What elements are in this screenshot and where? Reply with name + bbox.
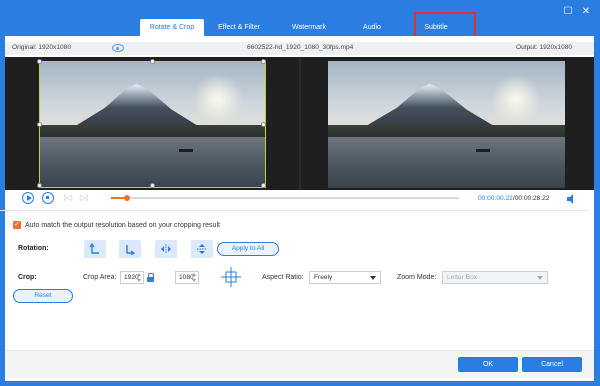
zoom-mode-label: Zoom Mode: <box>397 274 437 281</box>
crop-handle-bottom-left[interactable] <box>36 183 42 188</box>
zoom-mode-value: Letter Box <box>447 274 478 281</box>
file-name: 6602522-hd_1920_1080_30fps.mp4 <box>247 44 354 51</box>
crop-label: Crop: <box>18 274 37 281</box>
tab-rotate-crop[interactable]: Rotate & Crop <box>140 19 204 36</box>
rotate-left-button[interactable] <box>84 240 106 258</box>
rotate-right-button[interactable] <box>119 240 141 258</box>
auto-match-checkbox[interactable]: ✓ <box>13 221 21 229</box>
play-button[interactable] <box>22 192 34 204</box>
playback-bar: |◁ ▷| 00:00:00.22/00:00:28.22 <box>5 192 594 207</box>
chevron-down-icon <box>537 276 543 280</box>
aspect-ratio-value: Freely <box>314 274 333 281</box>
zoom-mode-select[interactable]: Letter Box <box>442 271 548 284</box>
time-display: 00:00:00.22/00:00:28.22 <box>478 195 550 202</box>
rotation-label: Rotation: <box>18 245 49 252</box>
tab-audio[interactable]: Audio <box>344 19 400 36</box>
crop-width-input[interactable]: 1920 <box>120 271 144 284</box>
crop-area-label: Crop Area: <box>83 274 117 281</box>
crop-handle-top-left[interactable] <box>36 58 42 64</box>
crop-handle-bottom[interactable] <box>150 183 155 188</box>
previous-frame-icon[interactable]: |◁ <box>63 193 73 203</box>
crop-height-input[interactable]: 1080 <box>175 271 199 284</box>
crop-selection-box[interactable] <box>36 58 266 188</box>
reset-button[interactable]: Reset <box>13 289 73 303</box>
output-preview-pane <box>301 57 594 190</box>
crop-handle-top[interactable] <box>150 58 155 64</box>
info-bar: Original: 1920x1080 6602522-hd_1920_1080… <box>5 42 594 55</box>
apply-to-all-button[interactable]: Apply to All <box>217 242 279 256</box>
aspect-ratio-select[interactable]: Freely <box>309 271 381 284</box>
crop-handle-right[interactable] <box>261 122 266 127</box>
crop-handle-bottom-right[interactable] <box>261 183 266 188</box>
crop-handle-top-right[interactable] <box>261 58 266 64</box>
next-frame-icon[interactable]: ▷| <box>79 193 89 203</box>
progress-thumb[interactable] <box>123 195 130 201</box>
stop-button[interactable] <box>42 192 54 204</box>
flip-horizontal-icon <box>161 244 171 254</box>
output-resolution: Output: 1920x1080 <box>516 44 573 51</box>
flip-vertical-button[interactable] <box>191 240 213 258</box>
volume-icon[interactable] <box>567 194 577 204</box>
width-stepper-icon[interactable] <box>137 273 142 282</box>
eye-icon[interactable] <box>112 44 124 52</box>
original-resolution: Original: 1920x1080 <box>12 44 72 51</box>
preview-area <box>5 57 594 190</box>
cancel-button[interactable]: Cancel <box>522 357 582 372</box>
maximize-icon[interactable]: ☐ <box>562 6 574 18</box>
total-time: 00:00:28.22 <box>514 195 550 202</box>
tab-effect-filter[interactable]: Effect & Filter <box>204 19 274 36</box>
flip-vertical-icon <box>197 244 207 254</box>
rotate-right-icon <box>126 245 136 255</box>
flip-horizontal-button[interactable] <box>155 240 177 258</box>
height-stepper-icon[interactable] <box>192 273 197 282</box>
original-preview-pane <box>5 57 299 190</box>
auto-match-label: Auto match the output resolution based o… <box>25 222 220 229</box>
lock-aspect-icon[interactable] <box>147 273 155 282</box>
tab-watermark[interactable]: Watermark <box>274 19 344 36</box>
center-crop-icon[interactable] <box>221 267 241 287</box>
ok-button[interactable]: OK <box>458 357 518 372</box>
app-window: ☐ ✕ Rotate & Crop Effect & Filter Waterm… <box>0 0 600 386</box>
editor-panel: Original: 1920x1080 6602522-hd_1920_1080… <box>5 36 594 381</box>
rotate-left-icon <box>89 243 99 254</box>
progress-track[interactable] <box>111 195 459 201</box>
output-video-frame <box>328 61 565 188</box>
chevron-down-icon <box>370 276 376 280</box>
divider <box>0 210 589 211</box>
crop-handle-left[interactable] <box>36 122 42 127</box>
aspect-ratio-label: Aspect Ratio: <box>262 274 304 281</box>
close-icon[interactable]: ✕ <box>580 6 592 18</box>
current-time: 00:00:00.22 <box>478 195 513 202</box>
